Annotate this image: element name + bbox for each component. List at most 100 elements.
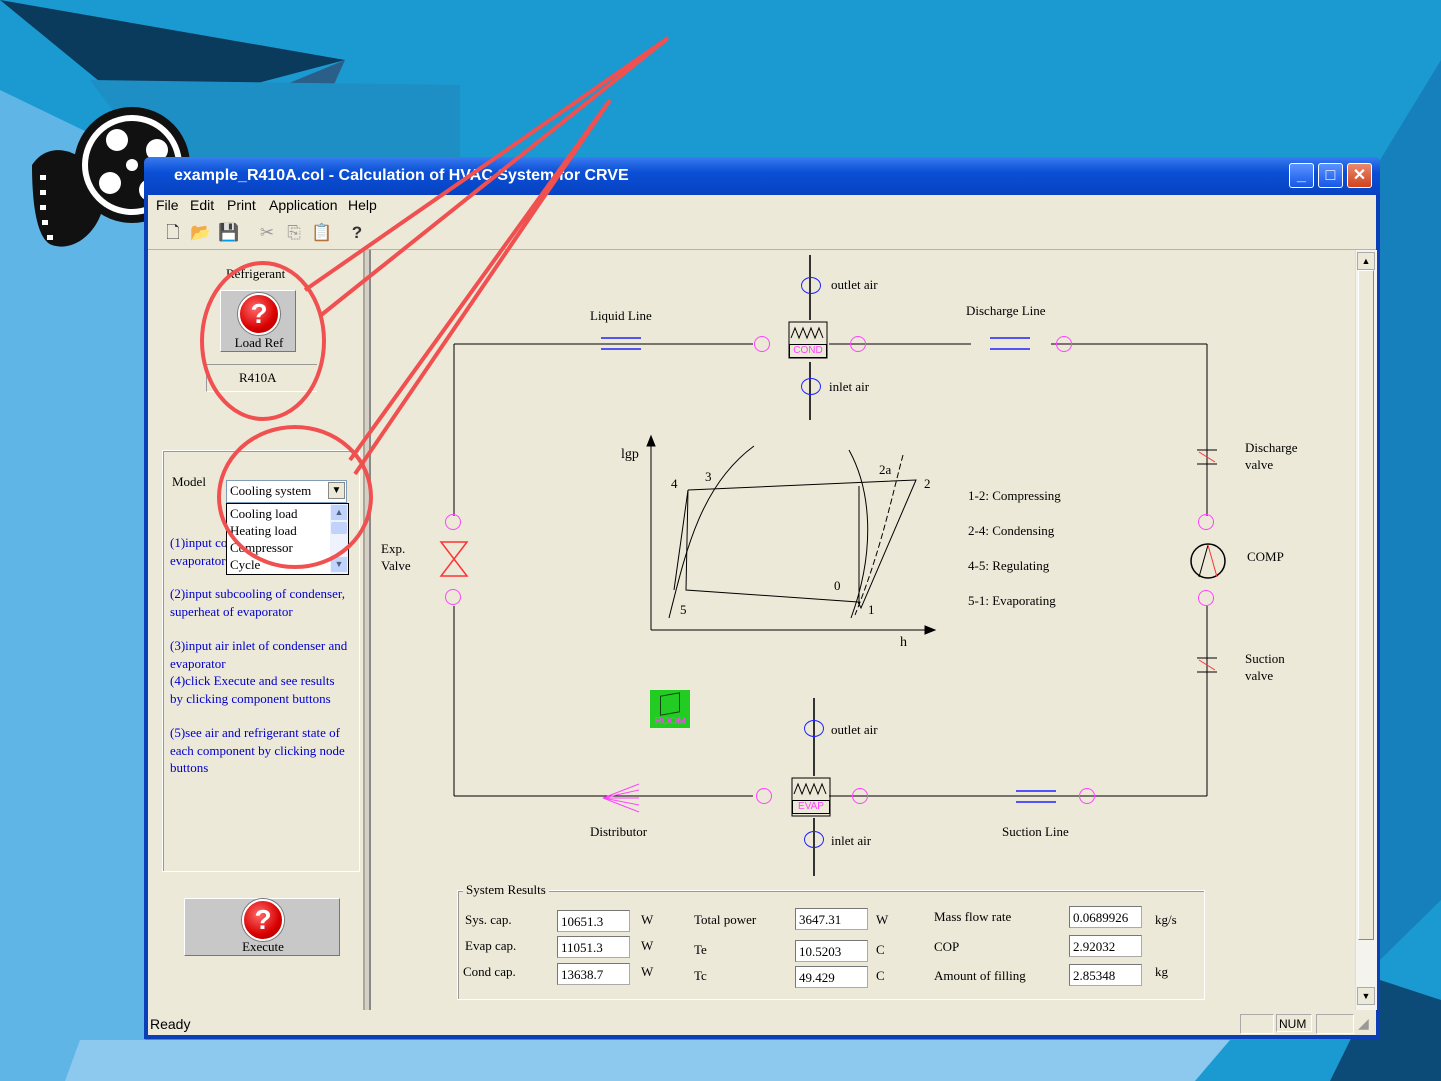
menu-help[interactable]: Help	[348, 197, 377, 213]
te-field[interactable]: 10.5203	[795, 940, 868, 962]
node-evap-outlet-air[interactable]	[804, 720, 824, 737]
node-discharge[interactable]	[1056, 336, 1072, 352]
close-icon: ✕	[1352, 167, 1367, 184]
question-icon: ?	[242, 899, 284, 941]
sys-cap-label: Sys. cap.	[465, 912, 512, 927]
ph-point-1: 1	[868, 602, 875, 617]
ph-point-2a: 2a	[879, 462, 892, 477]
total-power-unit: W	[876, 912, 889, 927]
title-bar[interactable]: example_R410A.col - Calculation of HVAC …	[144, 157, 1380, 195]
execute-label: Execute	[242, 939, 284, 954]
model-option[interactable]: Compressor	[230, 540, 293, 556]
instruction-2: (2)input subcooling of condenser, superh…	[170, 586, 345, 619]
distributor-label: Distributor	[590, 824, 648, 839]
total-power-label: Total power	[694, 912, 757, 927]
comp-label: COMP	[1247, 549, 1284, 564]
scroll-up-icon[interactable]: ▲	[1357, 252, 1375, 270]
ph-point-2: 2	[924, 476, 931, 491]
dropdown-scrollbar[interactable]: ▲ ▼	[330, 504, 348, 574]
status-text: Ready	[150, 1016, 191, 1032]
status-bar: Ready NUM ◢	[148, 1013, 1376, 1035]
minimize-icon: _	[1297, 167, 1306, 184]
menu-file[interactable]: File	[156, 197, 179, 213]
node-evap-out[interactable]	[852, 788, 868, 804]
evap-button[interactable]: EVAP	[792, 800, 830, 814]
scroll-down-icon[interactable]: ▼	[1357, 987, 1375, 1005]
save-icon[interactable]: 💾	[218, 222, 240, 244]
left-panel: Refrigerant ? Load Ref R410A Model (1)in…	[148, 250, 363, 1010]
exp-valve-label-2: Valve	[381, 558, 411, 573]
client-area: File Edit Print Application Help 🗋 📂 💾 ✂…	[148, 195, 1377, 1035]
mass-flow-unit: kg/s	[1155, 912, 1177, 927]
model-select[interactable]: Cooling system ▼	[226, 480, 347, 503]
cond-cap-field[interactable]: 13638.7	[557, 963, 630, 985]
evap-cap-field[interactable]: 11051.3	[557, 936, 630, 958]
model-selected-value: Cooling system	[230, 483, 312, 498]
ph-point-0: 0	[834, 578, 841, 593]
sys-cap-field[interactable]: 10651.3	[557, 910, 630, 932]
refrigerant-value-box: R410A	[206, 364, 317, 392]
suction-valve-label: Suction	[1245, 651, 1285, 666]
cond-outlet-air-label: outlet air	[831, 277, 878, 292]
legend-condensing: 2-4: Condensing	[968, 523, 1055, 538]
menu-edit[interactable]: Edit	[190, 197, 214, 213]
exp-valve-label: Exp.	[381, 541, 406, 556]
node-comp-out[interactable]	[1198, 514, 1214, 530]
pane-splitter[interactable]	[363, 250, 371, 1010]
ph-y-axis-label: lgp	[621, 447, 639, 462]
system-results-title: System Results	[463, 882, 549, 898]
ph-x-axis-label: h	[900, 635, 907, 650]
resize-grip-icon[interactable]: ◢	[1358, 1015, 1369, 1032]
execute-button[interactable]: ? Execute	[184, 898, 340, 956]
copy-icon[interactable]: ⎘	[283, 222, 305, 244]
paste-icon[interactable]: 📋	[311, 222, 333, 244]
node-exp-out[interactable]	[445, 589, 461, 605]
chevron-down-icon[interactable]: ▼	[331, 557, 347, 572]
cond-button[interactable]: COND	[789, 344, 827, 358]
total-power-field[interactable]: 3647.31	[795, 908, 868, 930]
scroll-thumb[interactable]	[1358, 270, 1374, 940]
cut-icon[interactable]: ✂	[256, 222, 278, 244]
close-button[interactable]: ✕	[1347, 163, 1372, 188]
toolbar: 🗋 📂 💾 ✂ ⎘ 📋 ?	[148, 219, 1376, 250]
scroll-thumb[interactable]	[331, 522, 347, 534]
status-panel-empty-2	[1316, 1014, 1354, 1034]
cop-field[interactable]: 2.92032	[1069, 935, 1142, 957]
num-lock-indicator: NUM	[1276, 1014, 1312, 1032]
node-suction[interactable]	[1079, 788, 1095, 804]
chevron-down-icon[interactable]: ▼	[328, 482, 345, 499]
room-button[interactable]: ROOM	[650, 690, 690, 728]
menu-print[interactable]: Print	[227, 197, 256, 213]
model-option[interactable]: Cooling load	[230, 506, 298, 522]
maximize-button[interactable]: □	[1318, 163, 1343, 188]
model-option[interactable]: Heating load	[230, 523, 297, 539]
help-icon[interactable]: ?	[346, 222, 368, 244]
legend-compressing: 1-2: Compressing	[968, 488, 1061, 503]
filling-field[interactable]: 2.85348	[1069, 964, 1142, 986]
node-cond-inlet-air[interactable]	[801, 378, 821, 395]
tc-field[interactable]: 49.429	[795, 966, 868, 988]
maximize-icon: □	[1325, 167, 1336, 184]
node-comp-in[interactable]	[1198, 590, 1214, 606]
node-cond-out[interactable]	[850, 336, 866, 352]
evap-cap-label: Evap cap.	[465, 938, 517, 953]
node-evap-inlet-air[interactable]	[804, 831, 824, 848]
menu-application[interactable]: Application	[269, 197, 338, 213]
node-exp-in[interactable]	[445, 514, 461, 530]
model-option[interactable]: Cycle	[230, 557, 260, 573]
node-evap-in[interactable]	[756, 788, 772, 804]
new-icon[interactable]: 🗋	[162, 222, 184, 244]
window-title: example_R410A.col - Calculation of HVAC …	[174, 167, 629, 184]
system-diagram: COND EVAP ROOM outlet air inlet air Liqu…	[371, 250, 1355, 1010]
mass-flow-field[interactable]: 0.0689926	[1069, 906, 1142, 928]
node-cond-in[interactable]	[754, 336, 770, 352]
node-cond-outlet-air[interactable]	[801, 277, 821, 294]
filling-label: Amount of filling	[934, 968, 1026, 983]
main-scrollbar[interactable]: ▲ ▼	[1355, 250, 1377, 1010]
instruction-4: (4)click Execute and see results by clic…	[170, 673, 335, 706]
load-ref-button[interactable]: ? Load Ref	[220, 290, 296, 352]
minimize-button[interactable]: _	[1289, 163, 1314, 188]
chevron-up-icon[interactable]: ▲	[331, 505, 347, 520]
open-icon[interactable]: 📂	[190, 222, 212, 244]
ph-point-3: 3	[705, 469, 712, 484]
